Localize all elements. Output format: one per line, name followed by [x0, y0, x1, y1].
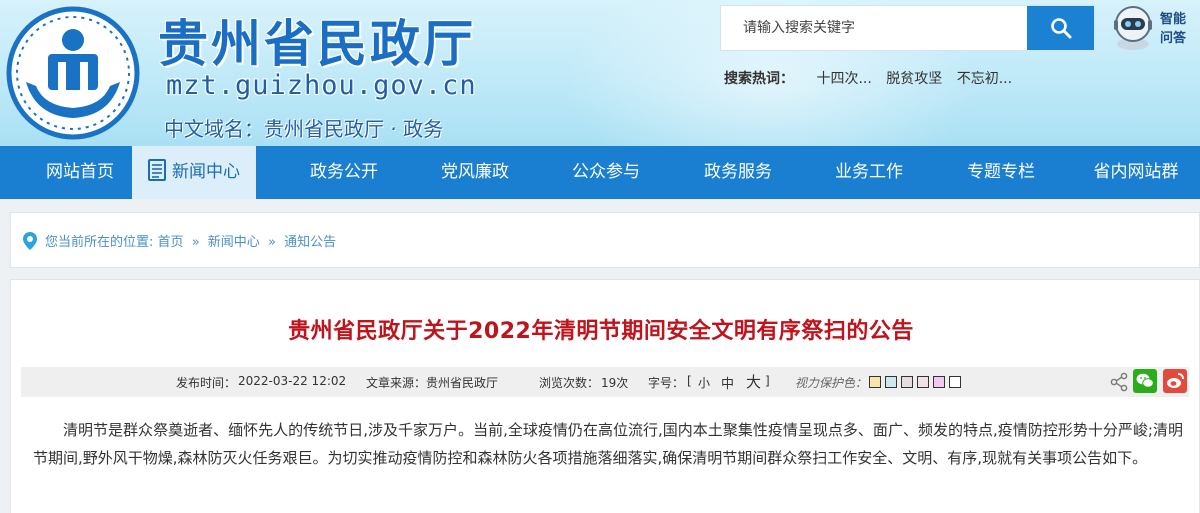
nav-item-gov-affairs[interactable]: 政务公开	[280, 146, 408, 199]
nav-item-news-center[interactable]: 新闻中心	[132, 146, 256, 199]
nav-item-gov-services[interactable]: 政务服务	[674, 146, 802, 199]
eye-care-color-label: 视力保护色：	[795, 376, 868, 390]
article-body: 清明节是群众祭奠逝者、缅怀先人的传统节日,涉及千家万户。当前,全球疫情仍在高位流…	[33, 421, 1183, 467]
nav-item-business-work[interactable]: 业务工作	[805, 146, 933, 199]
breadcrumb-home[interactable]: 首页	[158, 235, 184, 250]
location-pin-icon	[23, 232, 37, 250]
search-icon	[1050, 18, 1071, 39]
publish-time: 2022-03-22 12:02	[238, 374, 347, 388]
eye-care-swatch[interactable]	[885, 376, 897, 388]
breadcrumb-separator: »	[267, 235, 276, 250]
hot-search-label: 搜索热词：	[724, 71, 794, 87]
publish-time-label: 发布时间：	[176, 376, 237, 390]
nav-item-special-topics[interactable]: 专题专栏	[937, 146, 1065, 199]
search-button[interactable]	[1027, 6, 1094, 50]
robot-assistant-icon[interactable]	[1108, 2, 1158, 52]
share-icon[interactable]	[1110, 372, 1128, 392]
article-panel: 贵州省民政厅关于2022年清明节期间安全文明有序祭扫的公告 发布时间： 2022…	[10, 279, 1200, 513]
document-icon	[148, 159, 166, 181]
hot-search: 搜索热词： 十四次... 脱贫攻坚 不忘初...	[724, 68, 1022, 88]
font-size-bracket-close: ]	[765, 374, 770, 388]
font-size-large[interactable]: 大	[746, 371, 761, 392]
weibo-icon	[1167, 373, 1184, 388]
hot-keyword[interactable]: 不忘初...	[957, 71, 1012, 87]
font-size-small[interactable]: 小	[698, 374, 710, 391]
font-size-bracket-open: [	[687, 374, 692, 388]
smart-qa-label[interactable]: 智能 问答	[1160, 10, 1194, 48]
wechat-share-button[interactable]	[1133, 369, 1157, 393]
views-label: 浏览次数：	[539, 376, 600, 390]
view-count: 19次	[601, 376, 629, 390]
smart-qa-line1: 智能	[1160, 12, 1187, 27]
site-domain: mzt.guizhou.gov.cn	[166, 70, 477, 101]
article-title: 贵州省民政厅关于2022年清明节期间安全文明有序祭扫的公告	[288, 319, 914, 344]
search-input[interactable]	[721, 6, 1027, 50]
smart-qa-line2: 问答	[1160, 31, 1187, 46]
hot-keyword[interactable]: 十四次...	[816, 71, 871, 87]
main-nav: 网站首页 新闻中心 政务公开 党风廉政 公众参与 政务服务 业务工作 专题专栏 …	[0, 146, 1200, 199]
source-label: 文章来源：	[366, 376, 427, 390]
eye-care-swatch[interactable]	[869, 376, 881, 388]
font-size-medium[interactable]: 中	[721, 373, 734, 392]
site-title[interactable]: 贵州省民政厅	[158, 4, 476, 76]
breadcrumb: 您当前所在的位置: 首页 » 新闻中心 » 通知公告	[10, 212, 1200, 268]
wechat-icon	[1136, 373, 1154, 388]
article-meta-bar: 发布时间： 2022-03-22 12:02 文章来源： 贵州省民政厅 浏览次数…	[21, 367, 1189, 397]
chinese-domain-name: 中文域名：贵州省民政厅 · 政务	[164, 117, 444, 141]
eye-care-swatch[interactable]	[949, 376, 961, 388]
breadcrumb-inner: 您当前所在的位置: 首页 » 新闻中心 » 通知公告	[23, 231, 336, 250]
breadcrumb-separator: »	[191, 235, 200, 250]
hot-keyword[interactable]: 脱贫攻坚	[886, 71, 942, 87]
nav-item-party-integrity[interactable]: 党风廉政	[411, 146, 539, 199]
site-header: 贵州省民政厅 mzt.guizhou.gov.cn 中文域名：贵州省民政厅 · …	[0, 0, 1200, 146]
eye-care-swatch[interactable]	[933, 376, 945, 388]
civil-affairs-emblem-logo[interactable]	[6, 6, 140, 140]
font-size-label: 字号：	[648, 376, 685, 390]
search-bar	[720, 5, 1095, 51]
nav-item-label: 新闻中心	[172, 162, 240, 182]
eye-care-swatch[interactable]	[901, 376, 913, 388]
weibo-share-button[interactable]	[1163, 369, 1187, 393]
breadcrumb-prefix: 您当前所在的位置:	[45, 235, 154, 250]
nav-item-provincial-sites[interactable]: 省内网站群	[1072, 146, 1200, 199]
breadcrumb-news-center[interactable]: 新闻中心	[208, 235, 260, 250]
eye-care-swatch[interactable]	[917, 376, 929, 388]
article-source: 贵州省民政厅	[426, 376, 499, 390]
nav-item-public-participation[interactable]: 公众参与	[542, 146, 670, 199]
breadcrumb-notices[interactable]: 通知公告	[284, 235, 336, 250]
